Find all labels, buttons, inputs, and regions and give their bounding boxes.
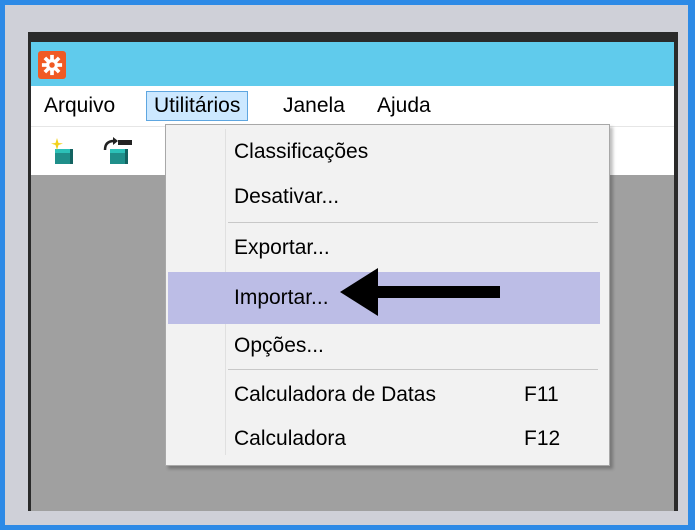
menu-item-exportar[interactable]: Exportar... [168, 226, 600, 270]
menu-item-calculadora[interactable]: Calculadora F12 [168, 417, 600, 461]
menu-bar: Arquivo Utilitários Janela Ajuda [31, 86, 674, 126]
title-bar[interactable] [31, 42, 674, 86]
left-arrow-icon [340, 268, 500, 316]
menu-item-label: Calculadora [234, 427, 347, 450]
menu-ajuda[interactable]: Ajuda [370, 91, 438, 121]
refresh-record-icon[interactable] [101, 136, 133, 168]
gear-icon[interactable] [38, 51, 66, 79]
menu-arquivo[interactable]: Arquivo [37, 91, 122, 121]
menu-item-desativar[interactable]: Desativar... [168, 175, 600, 219]
new-record-icon[interactable] [47, 136, 79, 168]
menu-item-label: Exportar... [234, 236, 330, 259]
menu-item-shortcut: F12 [524, 427, 561, 450]
menu-item-label: Calculadora de Datas [234, 383, 436, 406]
menu-item-classificacoes[interactable]: Classificações [168, 130, 600, 174]
menu-item-opcoes[interactable]: Opções... [168, 324, 600, 368]
menu-janela[interactable]: Janela [276, 91, 352, 121]
menu-item-label: Desativar... [234, 185, 340, 208]
menu-utilitarios[interactable]: Utilitários [146, 91, 249, 121]
menu-item-label: Classificações [234, 140, 369, 163]
screenshot-frame: Arquivo Utilitários Janela Ajuda Classif… [5, 5, 688, 525]
menu-item-shortcut: F11 [524, 383, 559, 406]
menu-item-label: Opções... [234, 334, 324, 357]
menu-item-label: Importar... [234, 286, 329, 309]
menu-item-calculadora-de-datas[interactable]: Calculadora de Datas F11 [168, 373, 600, 417]
menu-separator [228, 222, 598, 223]
menu-separator [228, 369, 598, 370]
